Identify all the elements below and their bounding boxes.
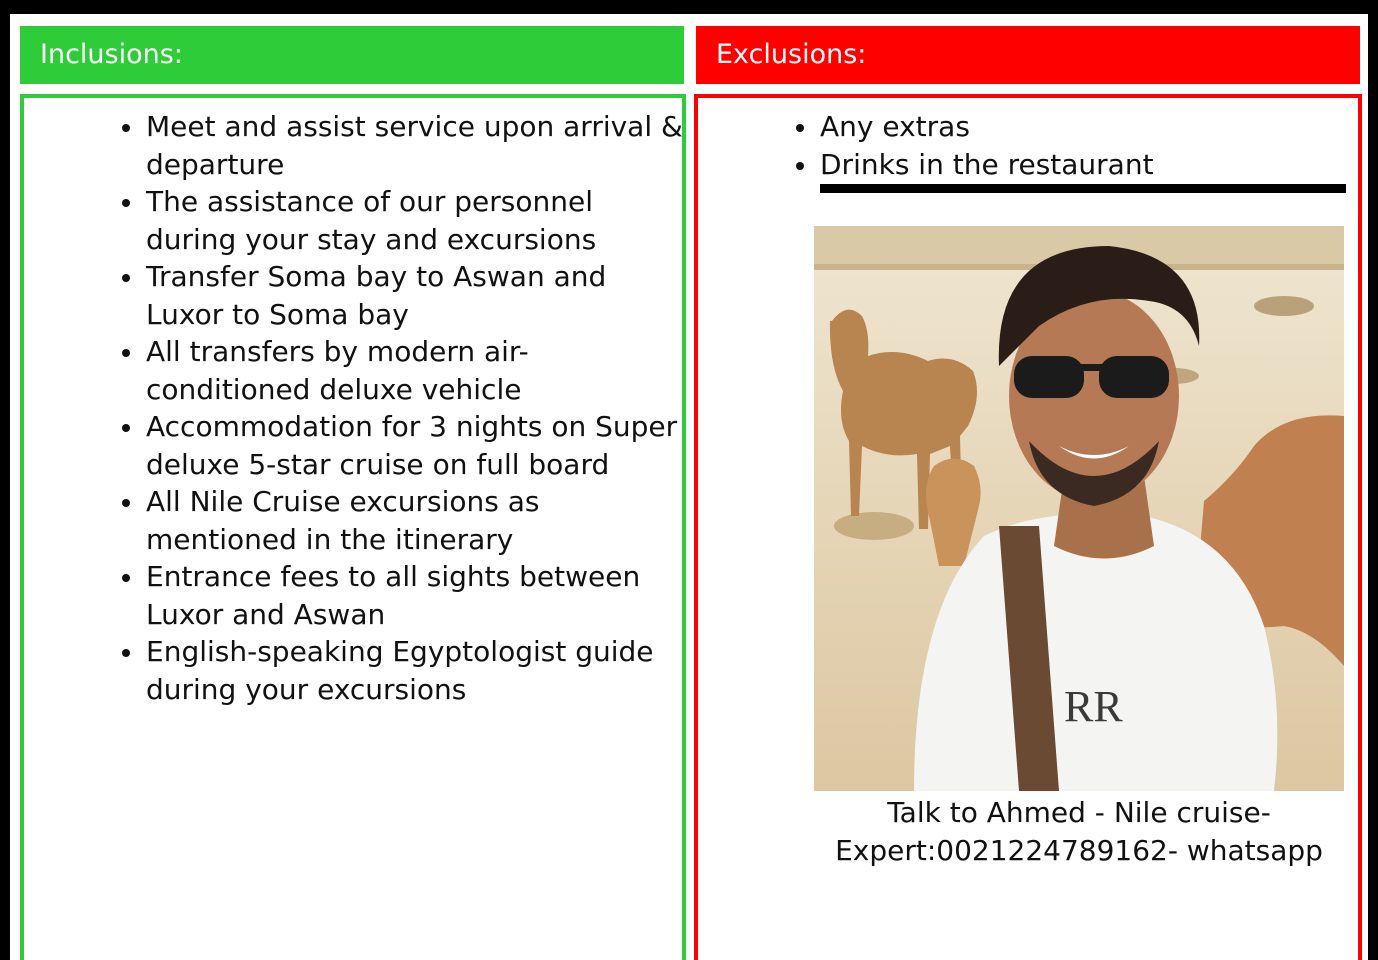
inclusions-panel: Meet and assist service upon arrival & d… — [20, 94, 686, 960]
list-item: Accommodation for 3 nights on Super delu… — [122, 408, 686, 483]
list-item: Entrance fees to all sights between Luxo… — [122, 558, 686, 633]
list-item: Transfer Soma bay to Aswan and Luxor to … — [122, 258, 686, 333]
list-item: Meet and assist service upon arrival & d… — [122, 108, 686, 183]
caption-line: Talk to Ahmed - Nile cruise- — [887, 796, 1271, 829]
list-item: All transfers by modern air-conditioned … — [122, 333, 686, 408]
exclusions-panel: Any extras Drinks in the restaurant RR T… — [694, 94, 1362, 960]
list-item: Any extras — [796, 108, 1360, 146]
bullet-icon — [122, 649, 130, 657]
bullet-icon — [122, 349, 130, 357]
bullet-icon — [122, 274, 130, 282]
bullet-icon — [122, 574, 130, 582]
bullet-icon — [122, 199, 130, 207]
bullet-icon — [796, 161, 804, 170]
caption-line: Expert:0021224789162- whatsapp — [835, 834, 1323, 867]
contact-photo: RR — [814, 226, 1344, 791]
bullet-icon — [796, 124, 804, 132]
list-item: English-speaking Egyptologist guide duri… — [122, 633, 686, 708]
bullet-icon — [122, 424, 130, 432]
inclusions-list: Meet and assist service upon arrival & d… — [122, 108, 686, 708]
shirt-logo: RR — [1064, 682, 1123, 731]
inclusions-header: Inclusions: — [20, 26, 684, 84]
contact-caption: Talk to Ahmed - Nile cruise- Expert:0021… — [814, 794, 1344, 870]
bullet-icon — [122, 124, 130, 132]
bullet-icon — [122, 499, 130, 507]
divider — [820, 184, 1346, 193]
exclusions-list: Any extras Drinks in the restaurant — [796, 108, 1360, 184]
list-item: The assistance of our personnel during y… — [122, 183, 686, 258]
inclusions-title: Inclusions: — [40, 39, 183, 70]
exclusions-header: Exclusions: — [696, 26, 1360, 84]
list-item: Drinks in the restaurant — [796, 146, 1360, 184]
content-frame: Inclusions: Exclusions: Meet and assist … — [10, 14, 1368, 960]
exclusions-title: Exclusions: — [716, 39, 867, 70]
list-item: All Nile Cruise excursions as mentioned … — [122, 483, 686, 558]
